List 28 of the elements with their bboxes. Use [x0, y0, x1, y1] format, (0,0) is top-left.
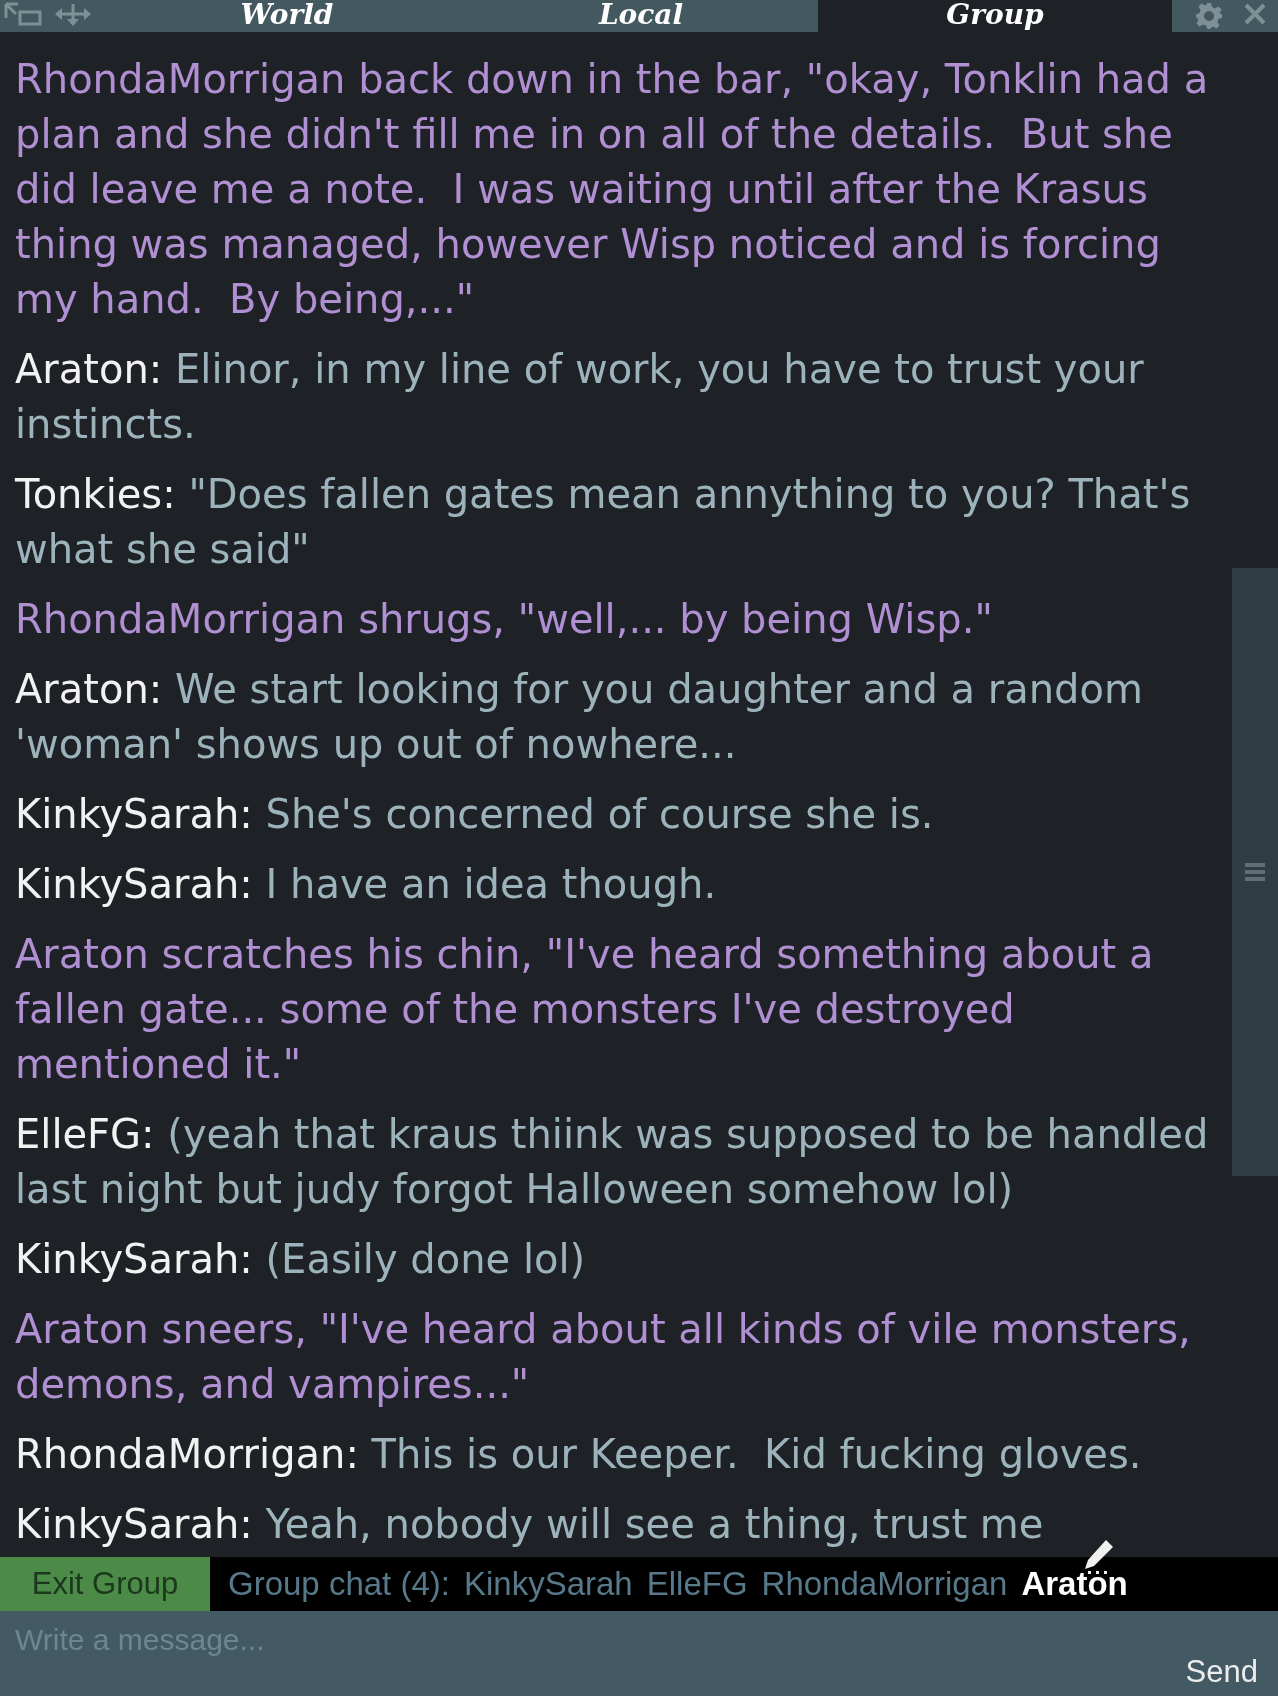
chat-message: KinkySarah: Yeah, nobody will see a thing, trust me — [15, 1500, 1044, 1549]
tab[interactable]: Group — [818, 0, 1172, 32]
close-icon[interactable] — [1244, 3, 1266, 25]
chat-message: KinkySarah: (Easily done lol) — [15, 1235, 586, 1284]
tab[interactable]: Local — [464, 0, 818, 32]
chat-message: Tonkies: "Does fallen gates mean annything to you? That's what she said" — [15, 470, 1192, 574]
grip-icon — [1245, 862, 1265, 882]
emote-message: RhondaMorrigan shrugs, "well,... by being Wisp." — [15, 595, 993, 644]
tab[interactable]: World — [110, 0, 464, 32]
member-name[interactable]: Araton — [1021, 1565, 1128, 1603]
external-window-icon[interactable] — [4, 2, 42, 26]
settings-icon[interactable] — [1196, 3, 1222, 29]
emote-message: Araton scratches his chin, "I've heard something about a fallen gate... some of the monsters I've destroyed mentioned it." — [15, 930, 1155, 1089]
chat-message: KinkySarah: She's concerned of course she is. — [15, 790, 934, 839]
member-name[interactable]: ElleFG — [646, 1565, 748, 1603]
emote-message: RhondaMorrigan back down in the bar, "okay, Tonklin had a plan and she didn't fill me in on all of the details. But she did leave me a note. I was waiting until after the Krasus thing was managed, however Wisp noticed and is forcing my hand. By being,..." — [15, 55, 1210, 324]
chat-message: KinkySarah: I have an idea though. — [15, 860, 717, 909]
chat-message: ElleFG: (yeah that kraus thiink was supposed to be handled last night but judy forgot Halloween somehow lol) — [15, 1110, 1210, 1214]
emote-message: Araton sneers, "I've heard about all kinds of vile monsters, demons, and vampires..." — [15, 1305, 1192, 1409]
member-name[interactable]: KinkySarah — [463, 1565, 633, 1603]
send-button[interactable]: Send — [1171, 1611, 1278, 1696]
chat-message: RhondaMorrigan: This is our Keeper. Kid fucking gloves. — [15, 1430, 1142, 1479]
chat-message: Araton: We start looking for you daughter and a random 'woman' shows up out of nowhere... — [15, 665, 1144, 769]
move-icon[interactable] — [54, 2, 92, 26]
scrollbar-thumb[interactable] — [1232, 568, 1278, 1176]
member-name[interactable]: RhondaMorrigan — [761, 1565, 1008, 1603]
chat-message: Araton: Elinor, in my line of work, you have to trust your instincts. — [15, 345, 1145, 449]
group-chat-label: Group chat (4): — [228, 1565, 450, 1603]
